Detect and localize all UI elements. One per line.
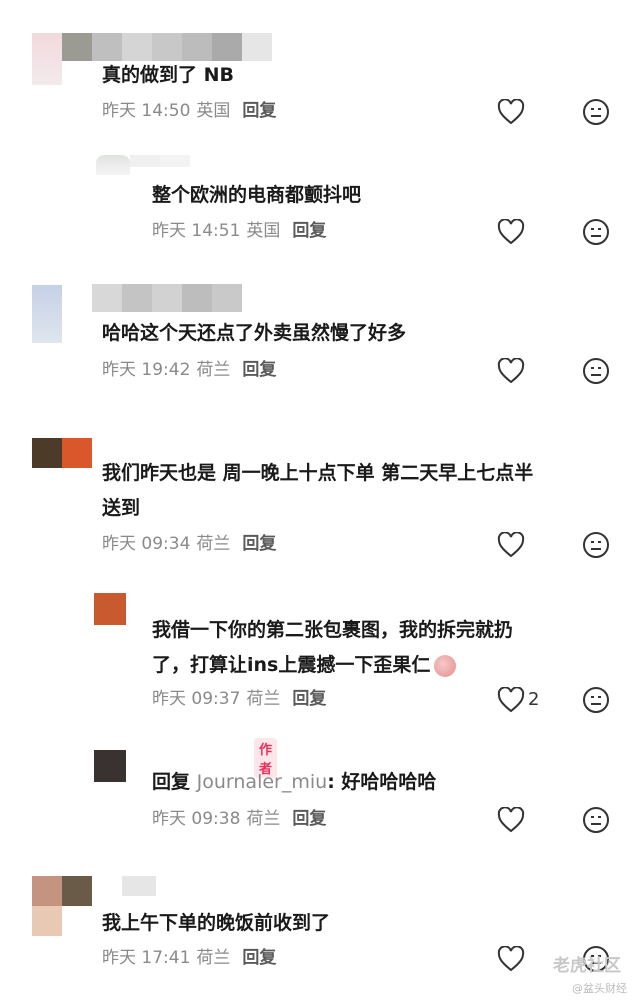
heart-icon[interactable] — [497, 219, 525, 245]
neutral-face-icon[interactable] — [582, 686, 610, 714]
reply-to-username[interactable]: Journaler_miu — [197, 771, 328, 793]
comment-meta: 昨天 14:50 英国 回复 — [102, 100, 276, 122]
comment-text: 整个欧洲的电商都颤抖吧 — [152, 184, 362, 206]
comment-text: 我上午下单的晚饭前收到了 — [102, 912, 331, 934]
neutral-face-icon[interactable] — [582, 806, 610, 834]
comment-meta: 昨天 14:51 英国 回复 — [152, 220, 326, 242]
comment-text: 真的做到了 NB — [102, 64, 234, 86]
heart-icon[interactable] — [497, 99, 525, 125]
comment-time: 昨天 14:50 — [102, 101, 191, 121]
neutral-face-icon[interactable] — [582, 218, 610, 246]
reply-prefix: 回复 — [152, 771, 191, 793]
comment-meta: 昨天 09:38 荷兰 回复 — [152, 808, 326, 830]
reply-text: : 好哈哈哈哈 — [327, 771, 437, 793]
watermark-sub: @盆头财经 — [572, 982, 627, 995]
heart-icon[interactable] — [497, 358, 525, 384]
comment-location: 英国 — [196, 101, 231, 121]
heart-icon[interactable] — [497, 807, 525, 833]
reply-button[interactable]: 回复 — [242, 534, 276, 554]
comment-location: 荷兰 — [196, 360, 231, 380]
comment-time: 昨天 17:41 — [102, 948, 191, 968]
heart-icon[interactable] — [497, 946, 525, 972]
avatar-mosaic — [62, 876, 92, 906]
comment-meta: 昨天 19:42 荷兰 回复 — [102, 359, 276, 381]
comment-location: 荷兰 — [246, 809, 281, 829]
username-blurred[interactable] — [130, 155, 190, 167]
avatar[interactable] — [96, 155, 130, 175]
reply-button[interactable]: 回复 — [242, 948, 276, 968]
comment-meta: 昨天 09:34 荷兰 回复 — [102, 533, 276, 555]
reply-button[interactable]: 回复 — [242, 101, 276, 121]
avatar[interactable] — [94, 593, 126, 625]
comment-text-line-2: 送到 — [102, 497, 141, 519]
reply-button[interactable]: 回复 — [292, 809, 326, 829]
avatar[interactable] — [32, 285, 62, 343]
peach-emoji-icon — [434, 654, 457, 677]
comment-text: 我借一下你的第二张包裹图，我的拆完就扔 — [152, 619, 514, 641]
comment-location: 荷兰 — [196, 534, 231, 554]
comment-time: 昨天 14:51 — [152, 221, 241, 241]
heart-icon[interactable] — [497, 687, 525, 713]
username-blurred[interactable] — [92, 284, 242, 312]
username-blurred[interactable] — [62, 33, 272, 61]
comment-location: 荷兰 — [196, 948, 231, 968]
neutral-face-icon[interactable] — [582, 98, 610, 126]
comment-text: 哈哈这个天还点了外卖虽然慢了好多 — [102, 322, 407, 344]
avatar[interactable] — [94, 750, 126, 782]
watermark: 老虎社区 — [553, 956, 621, 976]
comment-time: 昨天 09:38 — [152, 809, 241, 829]
comment-time: 昨天 09:37 — [152, 689, 241, 709]
neutral-face-icon[interactable] — [582, 531, 610, 559]
avatar-mosaic — [122, 876, 156, 896]
reply-button[interactable]: 回复 — [242, 360, 276, 380]
avatar-mosaic — [62, 438, 92, 468]
like-count: 2 — [528, 689, 540, 710]
comment-meta: 昨天 09:37 荷兰 回复 — [152, 688, 326, 710]
comment-text: 我们昨天也是 周一晚上十点下单 第二天早上七点半 — [102, 462, 534, 484]
avatar-mosaic — [32, 906, 62, 936]
neutral-face-icon[interactable] — [582, 357, 610, 385]
heart-icon[interactable] — [497, 532, 525, 558]
reply-button[interactable]: 回复 — [292, 689, 326, 709]
comment-time: 昨天 09:34 — [102, 534, 191, 554]
avatar[interactable] — [32, 876, 62, 906]
comment-location: 英国 — [246, 221, 281, 241]
comment-time: 昨天 19:42 — [102, 360, 191, 380]
avatar[interactable] — [32, 438, 62, 468]
reply-button[interactable]: 回复 — [292, 221, 326, 241]
comment-meta: 昨天 17:41 荷兰 回复 — [102, 947, 276, 969]
comment-text: 回复 Journaler_miu: 好哈哈哈哈 — [152, 767, 436, 797]
comment-text-line-2: 了，打算让ins上震撼一下歪果仁 — [152, 650, 457, 680]
avatar[interactable] — [32, 33, 62, 85]
comment-location: 荷兰 — [246, 689, 281, 709]
